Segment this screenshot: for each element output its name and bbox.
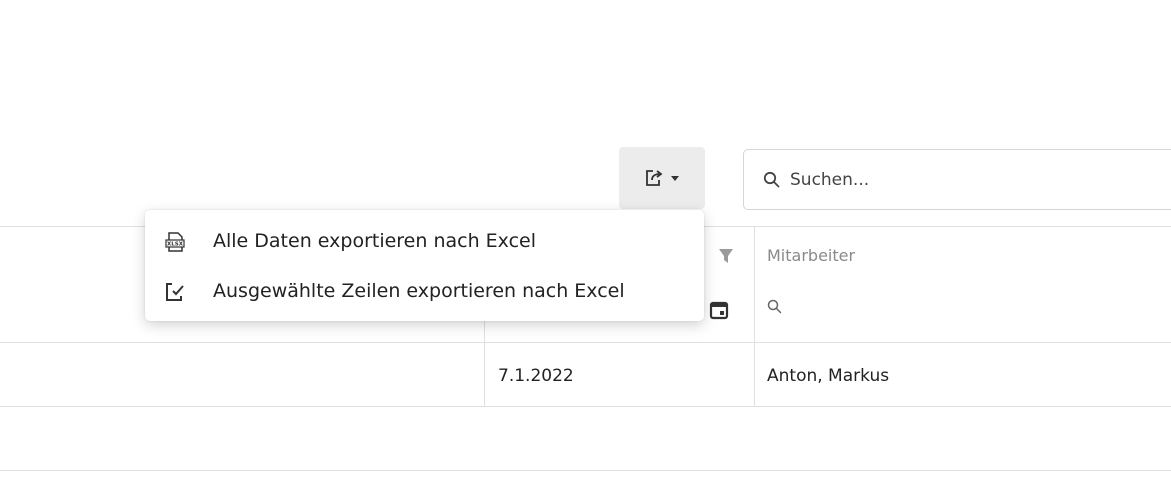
xlsx-file-icon: XLSX xyxy=(165,232,185,256)
export-icon xyxy=(645,169,665,187)
menu-item-export-all[interactable]: XLSX Alle Daten exportieren nach Excel xyxy=(145,222,704,262)
column-header-mitarbeiter[interactable]: Mitarbeiter xyxy=(767,246,855,265)
export-dropdown-button[interactable] xyxy=(619,147,705,209)
column-divider[interactable] xyxy=(754,226,755,406)
menu-item-label: Ausgewählte Zeilen exportieren nach Exce… xyxy=(213,280,625,302)
calendar-icon[interactable] xyxy=(709,300,729,324)
page: Mitarbeiter 7.1.2022 Anton, Markus XLSX … xyxy=(0,0,1171,483)
grid-line xyxy=(0,342,1171,343)
table-cell-employee: Anton, Markus xyxy=(767,366,890,386)
menu-item-label: Alle Daten exportieren nach Excel xyxy=(213,230,536,252)
menu-item-export-selected[interactable]: Ausgewählte Zeilen exportieren nach Exce… xyxy=(145,272,704,312)
grid-line xyxy=(0,470,1171,471)
selected-rows-icon xyxy=(165,282,185,306)
chevron-down-icon xyxy=(671,176,679,181)
grid-line xyxy=(0,406,1171,407)
search-icon[interactable] xyxy=(767,299,782,318)
export-menu: XLSX Alle Daten exportieren nach Excel A… xyxy=(145,210,704,321)
search-box[interactable] xyxy=(743,149,1171,210)
svg-text:XLSX: XLSX xyxy=(167,242,184,248)
funnel-icon[interactable] xyxy=(718,248,734,268)
search-icon xyxy=(763,171,780,192)
search-input[interactable] xyxy=(790,162,1150,198)
table-cell-date: 7.1.2022 xyxy=(498,366,574,386)
